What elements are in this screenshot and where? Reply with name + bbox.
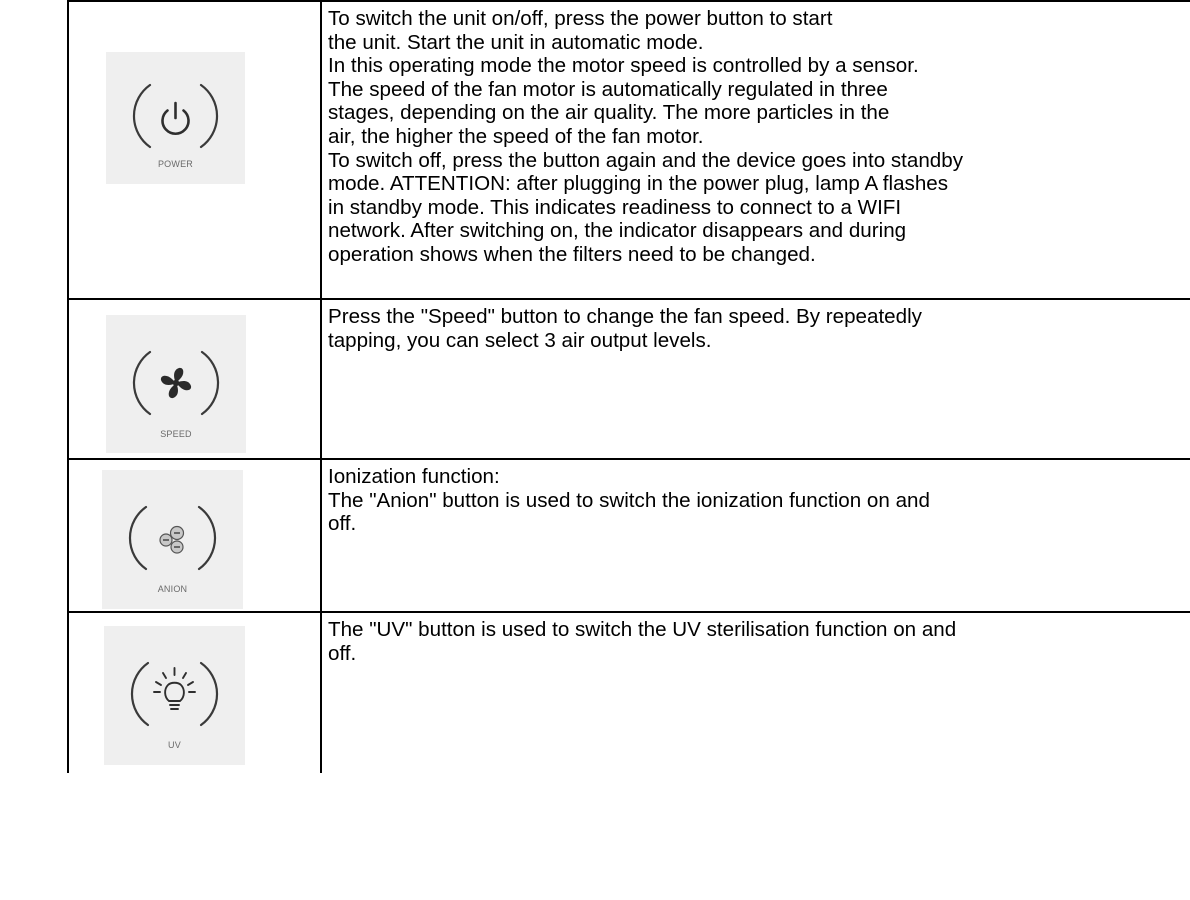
icon-cell-power: POWER [69,2,322,298]
description-line: off. [328,641,357,665]
anion-button-label: ANION [158,584,188,594]
description-line: To switch off, press the button again an… [328,148,964,172]
description-line: Ionization function: [328,465,500,488]
description-line: in standby mode. This indicates readines… [328,195,902,219]
uv-button-label: UV [168,740,181,750]
uv-description: The "UV" button is used to switch the UV… [322,613,1190,773]
description-line: mode. ATTENTION: after plugging in the p… [328,172,949,196]
uv-button-graphic: UV [130,661,219,750]
speed-description: Press the "Speed" button to change the f… [322,300,1190,458]
power-button-label: POWER [158,159,193,169]
speed-button-tile: SPEED [106,315,246,453]
table-row-speed: SPEED Press the "Speed" button to change… [69,300,1190,460]
description-line: Press the "Speed" button to change the f… [328,305,922,328]
power-description: To switch the unit on/off, press the pow… [322,2,1190,298]
fan-icon [160,367,192,399]
table-row-uv: UV The "UV" button is used to switch the… [69,613,1190,773]
description-line: The speed of the fan motor is automatica… [328,77,888,101]
uv-button-tile: UV [104,626,245,765]
icon-cell-uv: UV [69,613,322,773]
icon-cell-speed: SPEED [69,300,322,458]
anion-description: Ionization function: The "Anion" button … [322,460,1190,611]
description-line: tapping, you can select 3 air output lev… [328,328,712,352]
power-button-tile: POWER [106,52,245,184]
description-line: To switch the unit on/off, press the pow… [328,7,833,30]
anion-icon [159,525,185,554]
description-line: The "Anion" button is used to switch the… [328,488,930,512]
speed-button-graphic: SPEED [132,350,220,439]
speed-button-label: SPEED [160,429,192,439]
button-description-table: POWER To switch the unit on/off, press t… [67,0,1190,773]
anion-button-tile: ANION [102,470,243,609]
description-line: stages, depending on the air quality. Th… [328,101,890,125]
power-button-graphic: POWER [132,83,219,169]
anion-button-graphic: ANION [128,505,217,594]
description-line: network. After switching on, the indicat… [328,219,907,243]
table-row-power: POWER To switch the unit on/off, press t… [69,2,1190,300]
description-line: operation shows when the filters need to… [328,242,816,266]
table-row-anion: ANION Ionization function: The "Anion" b… [69,460,1190,613]
description-line: off. [328,512,357,536]
description-line: In this operating mode the motor speed i… [328,54,919,78]
icon-cell-anion: ANION [69,460,322,611]
power-icon [161,101,190,136]
uv-lamp-icon [153,667,196,710]
description-line: air, the higher the speed of the fan mot… [328,124,704,148]
description-line: The "UV" button is used to switch the UV… [328,618,957,641]
description-line: the unit. Start the unit in automatic mo… [328,30,704,54]
